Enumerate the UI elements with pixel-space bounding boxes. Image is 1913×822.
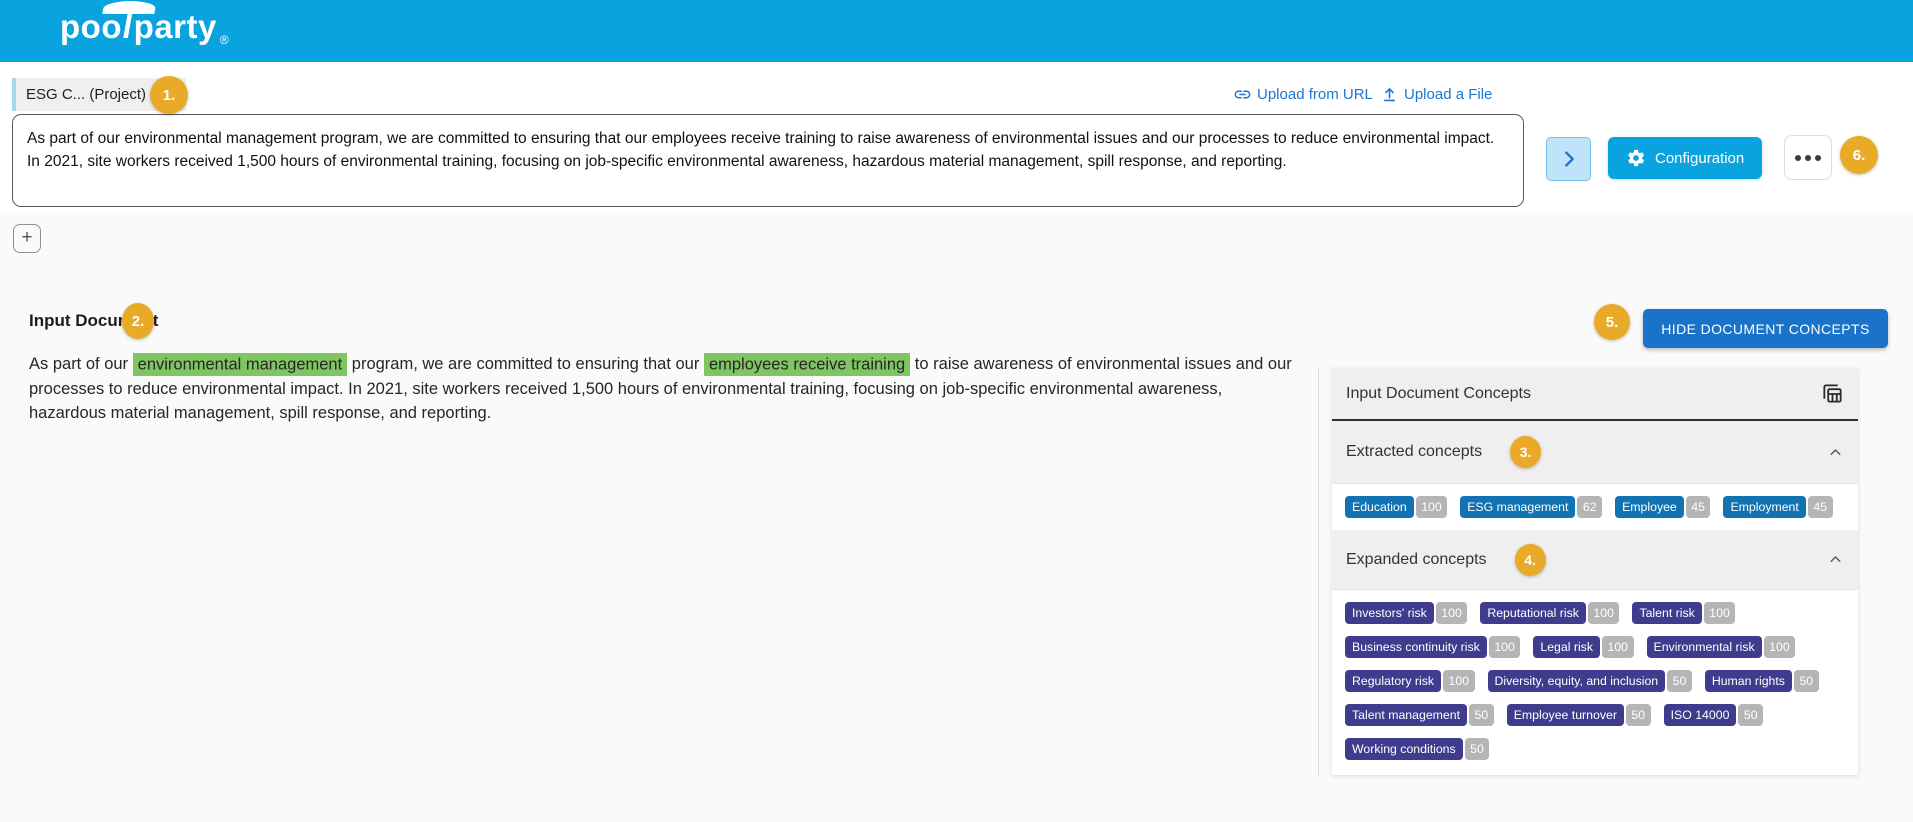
concept-score-badge: 45 [1807, 496, 1833, 518]
concept-chip-label[interactable]: Talent risk [1632, 602, 1702, 624]
document-text-segment: As part of our [29, 355, 133, 373]
concept-score-badge: 100 [1435, 602, 1468, 624]
more-options-button[interactable] [1784, 135, 1832, 180]
link-icon [1234, 90, 1251, 99]
concept-score-badge: 50 [1738, 704, 1764, 726]
concept-chip[interactable]: Human rights 50 [1704, 670, 1819, 692]
upload-from-url-label: Upload from URL [1257, 86, 1373, 103]
panel-divider [1318, 368, 1319, 776]
step-badge-2: 2. [122, 303, 154, 339]
extracted-concepts-section-header[interactable]: Extracted concepts 3. [1332, 421, 1858, 484]
concepts-panel-header: Input Document Concepts [1332, 368, 1858, 421]
dot-icon [1795, 154, 1801, 161]
concept-score-badge: 50 [1793, 670, 1819, 692]
upload-a-file-link[interactable]: Upload a File [1380, 85, 1492, 104]
extracted-concepts-label: Extracted concepts [1346, 443, 1483, 460]
table-view-icon[interactable] [1821, 382, 1844, 405]
registered-mark: ® [219, 33, 230, 47]
configuration-label: Configuration [1655, 149, 1745, 167]
step-badge-6: 6. [1840, 136, 1878, 174]
concept-chip-label[interactable]: Employment [1723, 496, 1806, 518]
gear-icon [1628, 149, 1645, 167]
chevron-up-icon[interactable] [1827, 444, 1844, 461]
dot-icon [1805, 154, 1811, 161]
concept-chip-label[interactable]: Legal risk [1533, 636, 1600, 658]
concept-chip[interactable]: ISO 14000 50 [1663, 704, 1764, 726]
concept-chip-label[interactable]: Employee [1615, 496, 1684, 518]
extracted-chips: Education 100 ESG management 62 Employee 45 Em… [1332, 484, 1858, 530]
chevron-up-icon[interactable] [1827, 551, 1844, 568]
highlighted-concept[interactable]: environmental management [132, 352, 348, 376]
concept-chip-label[interactable]: Regulatory risk [1345, 670, 1442, 692]
concept-chip[interactable]: Employee 45 [1615, 496, 1711, 518]
concept-chip[interactable]: Investors' risk 100 [1345, 602, 1468, 624]
concept-chip[interactable]: ESG management 62 [1460, 496, 1603, 518]
concept-chip[interactable]: Regulatory risk 100 [1345, 670, 1475, 692]
upload-icon [1383, 88, 1396, 102]
document-input-textarea[interactable]: As part of our environmental management … [12, 114, 1524, 207]
concept-chip-label[interactable]: Environmental risk [1646, 636, 1762, 658]
concept-chip-label[interactable]: Education [1345, 496, 1414, 518]
concepts-panel-title: Input Document Concepts [1346, 384, 1531, 402]
step-badge-3: 3. [1510, 436, 1542, 468]
input-document-concepts-panel: Input Document Concepts Extracted concep… [1332, 368, 1858, 775]
concept-score-badge: 50 [1625, 704, 1651, 726]
step-badge-5: 5. [1594, 304, 1630, 340]
concept-chip[interactable]: Legal risk 100 [1533, 636, 1634, 658]
concept-chip[interactable]: Diversity, equity, and inclusion 50 [1487, 670, 1692, 692]
concept-chip[interactable]: Talent risk 100 [1632, 602, 1736, 624]
concept-chip[interactable]: Reputational risk 100 [1480, 602, 1620, 624]
poolparty-logo: poo lparty ® [60, 1, 230, 47]
chevron-right-icon [1564, 151, 1574, 167]
configuration-button[interactable]: Configuration [1608, 137, 1763, 179]
concept-score-badge: 100 [1703, 602, 1736, 624]
concept-chip[interactable]: Environmental risk 100 [1646, 636, 1796, 658]
concept-score-badge: 50 [1667, 670, 1692, 692]
step-badge-1: 1. [150, 76, 188, 114]
umbrella-icon [102, 1, 157, 14]
concept-score-badge: 100 [1443, 670, 1475, 692]
concept-chip[interactable]: Working conditions 50 [1345, 738, 1490, 760]
document-text: As part of our environmental management … [29, 352, 1301, 426]
concept-chip[interactable]: Talent management 50 [1345, 704, 1494, 726]
upload-from-url-link[interactable]: Upload from URL [1233, 85, 1373, 104]
concept-chip-label[interactable]: Employee turnover [1506, 704, 1624, 726]
project-label: ESG C... (Project) [26, 86, 147, 103]
step-badge-4: 4. [1514, 543, 1546, 576]
add-document-button[interactable]: + [13, 224, 41, 253]
expanded-concepts-label: Expanded concepts [1346, 550, 1487, 568]
concept-chip[interactable]: Employee turnover 50 [1506, 704, 1651, 726]
concept-score-badge: 45 [1685, 496, 1711, 518]
concept-score-badge: 100 [1763, 636, 1796, 658]
concept-score-badge: 62 [1577, 496, 1603, 518]
hide-document-concepts-button[interactable]: HIDE DOCUMENT CONCEPTS [1643, 309, 1888, 348]
concept-chip-label[interactable]: Working conditions [1345, 738, 1463, 760]
concept-chip[interactable]: Education 100 [1345, 496, 1448, 518]
concept-chip-label[interactable]: Business continuity risk [1345, 636, 1487, 658]
concept-score-badge: 100 [1415, 496, 1448, 518]
concept-chip[interactable]: Business continuity risk 100 [1345, 636, 1521, 658]
app-bar: poo lparty ® [0, 0, 1913, 62]
dot-icon [1815, 154, 1821, 161]
concept-chip-label[interactable]: Human rights [1704, 670, 1792, 692]
concept-score-badge: 100 [1601, 636, 1634, 658]
concept-score-badge: 100 [1488, 636, 1521, 658]
concept-chip-label[interactable]: Reputational risk [1480, 602, 1586, 624]
concept-chip-label[interactable]: Investors' risk [1345, 602, 1434, 624]
concept-chip[interactable]: Employment 45 [1723, 496, 1833, 518]
concept-score-badge: 100 [1587, 602, 1620, 624]
concept-chip-label[interactable]: ESG management [1460, 496, 1576, 518]
highlighted-concept[interactable]: employees receive training [703, 352, 911, 376]
concept-score-badge: 50 [1464, 738, 1490, 760]
concept-chip-label[interactable]: ISO 14000 [1663, 704, 1737, 726]
extract-arrow-button[interactable] [1546, 137, 1591, 181]
concept-score-badge: 50 [1469, 704, 1494, 726]
expanded-chips: Investors' risk 100 Reputational risk 100 Ta… [1332, 590, 1858, 775]
concept-chip-label[interactable]: Diversity, equity, and inclusion [1487, 670, 1666, 692]
concept-chip-label[interactable]: Talent management [1345, 704, 1468, 726]
expanded-concepts-section-header[interactable]: Expanded concepts 4. [1332, 530, 1858, 590]
upload-a-file-label: Upload a File [1404, 86, 1493, 103]
document-text-segment: program, we are committed to ensuring th… [347, 355, 704, 373]
